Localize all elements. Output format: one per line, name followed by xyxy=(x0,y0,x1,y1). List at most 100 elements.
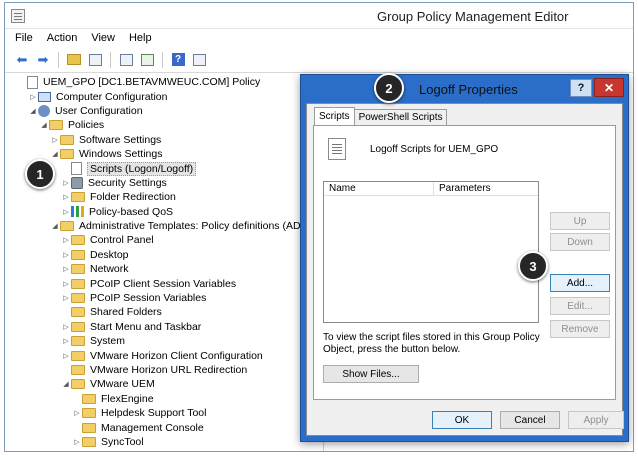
expander-arrow-icon[interactable]: ◢ xyxy=(50,222,60,230)
export-list-icon[interactable] xyxy=(138,51,156,69)
expander-arrow-icon[interactable]: ▷ xyxy=(61,251,71,259)
dialog-close-button[interactable]: ✕ xyxy=(594,78,624,97)
expander-arrow-icon[interactable]: ▷ xyxy=(72,438,82,446)
tree-item[interactable]: ▷ Desktop xyxy=(5,248,323,262)
tree-item[interactable]: ▷ Network xyxy=(5,262,323,276)
scripts-list[interactable]: Name Parameters xyxy=(323,181,539,323)
tree-item[interactable]: ▷ SyncTool xyxy=(5,435,323,449)
expander-arrow-icon[interactable]: ▷ xyxy=(61,193,71,201)
add-button[interactable]: Add... xyxy=(550,274,610,292)
tree-item[interactable]: ◢ VMware UEM xyxy=(5,377,323,391)
menu-file[interactable]: File xyxy=(15,32,33,44)
dialog-title: Logoff Properties xyxy=(419,82,518,97)
tree-item-label: System xyxy=(90,335,126,348)
expander-arrow-icon[interactable]: ▷ xyxy=(61,265,71,273)
show-hide-tree-icon[interactable] xyxy=(86,51,104,69)
tree-item[interactable]: ▷ Folder Redirection xyxy=(5,190,323,204)
tree-item[interactable]: ◢ Policies xyxy=(5,118,323,132)
expander-arrow-icon[interactable]: ◢ xyxy=(28,107,38,115)
menu-help[interactable]: Help xyxy=(129,32,152,44)
expander-arrow-icon[interactable]: ▷ xyxy=(61,280,71,288)
expander-arrow-icon[interactable]: ▷ xyxy=(50,136,60,144)
tree-item[interactable]: ▷ Helpdesk Support Tool xyxy=(5,406,323,420)
tree-item[interactable]: ▷ Software Settings xyxy=(5,133,323,147)
action-pane-icon[interactable] xyxy=(190,51,208,69)
tree-item[interactable]: ▷ VMware Horizon Client Configuration xyxy=(5,348,323,362)
tree-item-label: SyncTool xyxy=(101,435,144,448)
folder-icon xyxy=(82,408,96,419)
folder-icon xyxy=(71,321,85,332)
folder-icon xyxy=(71,192,85,203)
tree-item[interactable]: ▷ Control Panel xyxy=(5,233,323,247)
callout-badge-2: 2 xyxy=(374,73,404,103)
down-button[interactable]: Down xyxy=(550,233,610,251)
forward-arrow-icon[interactable]: ➡ xyxy=(34,51,52,69)
tree-item[interactable]: ◢ Windows Settings xyxy=(5,147,323,161)
tree-item[interactable]: UEM_GPO [DC1.BETAVMWEUC.COM] Policy xyxy=(5,75,323,89)
tree-item[interactable]: Shared Folders xyxy=(5,305,323,319)
security-icon xyxy=(71,176,83,189)
folder-icon xyxy=(82,393,96,404)
tab-scripts[interactable]: Scripts xyxy=(314,107,355,125)
expander-arrow-icon[interactable]: ◢ xyxy=(61,380,71,388)
expander-arrow-icon[interactable]: ▷ xyxy=(61,208,71,216)
tab-powershell-scripts[interactable]: PowerShell Scripts xyxy=(353,109,448,125)
tree-item[interactable]: ▷ PCoIP Client Session Variables xyxy=(5,276,323,290)
tree-item-label: Folder Redirection xyxy=(90,191,176,204)
tree-item[interactable]: Management Console xyxy=(5,420,323,434)
tree-item-label: VMware Horizon Client Configuration xyxy=(90,349,263,362)
edit-button[interactable]: Edit... xyxy=(550,297,610,315)
tree-item[interactable]: ▷ Computer Configuration xyxy=(5,89,323,103)
tree-item[interactable]: ▷ Policy-based QoS xyxy=(5,205,323,219)
tree-item-label: Shared Folders xyxy=(90,306,162,319)
expander-arrow-icon[interactable]: ▷ xyxy=(61,236,71,244)
show-files-button[interactable]: Show Files... xyxy=(323,365,419,383)
folder-icon xyxy=(60,149,74,160)
tree-item-label: Network xyxy=(90,263,129,276)
up-button[interactable]: Up xyxy=(550,212,610,230)
expander-arrow-icon[interactable]: ▷ xyxy=(61,179,71,187)
tree-item-label: Windows Settings xyxy=(79,148,163,161)
ok-button[interactable]: OK xyxy=(432,411,492,429)
tree-item-label: UEM_GPO [DC1.BETAVMWEUC.COM] Policy xyxy=(43,76,261,89)
column-parameters[interactable]: Parameters xyxy=(434,182,491,195)
expander-arrow-icon[interactable]: ◢ xyxy=(39,121,49,129)
tree-item[interactable]: ◢ Administrative Templates: Policy defini… xyxy=(5,219,323,233)
properties-icon[interactable] xyxy=(117,51,135,69)
tree-item[interactable]: ▷ System xyxy=(5,334,323,348)
up-folder-icon[interactable] xyxy=(65,51,83,69)
expander-arrow-icon[interactable]: ▷ xyxy=(61,337,71,345)
expander-arrow-icon[interactable]: ▷ xyxy=(61,323,71,331)
expander-arrow-icon[interactable]: ▷ xyxy=(28,93,38,101)
menu-action[interactable]: Action xyxy=(47,32,78,44)
expander-arrow-icon[interactable]: ▷ xyxy=(61,294,71,302)
tree-item[interactable]: ▷ Start Menu and Taskbar xyxy=(5,320,323,334)
toolbar-separator xyxy=(162,51,163,68)
scripts-heading: Logoff Scripts for UEM_GPO xyxy=(370,144,499,155)
callout-badge-1: 1 xyxy=(25,159,55,189)
tree-item[interactable]: FlexEngine xyxy=(5,392,323,406)
tree-item[interactable]: VMware Horizon URL Redirection xyxy=(5,363,323,377)
cancel-button[interactable]: Cancel xyxy=(500,411,560,429)
tree-item-label: Management Console xyxy=(101,421,204,434)
tree-item-label: Computer Configuration xyxy=(56,90,168,103)
column-name[interactable]: Name xyxy=(324,182,434,195)
folder-icon xyxy=(82,422,96,433)
tree-item[interactable]: ◢ User Configuration xyxy=(5,104,323,118)
back-arrow-icon[interactable]: ⬅ xyxy=(13,51,31,69)
expander-arrow-icon[interactable]: ▷ xyxy=(72,409,82,417)
scripts-tab-panel: Logoff Scripts for UEM_GPO Name Paramete… xyxy=(313,125,616,400)
qos-chart-icon xyxy=(71,206,84,218)
dialog-help-button[interactable]: ? xyxy=(570,79,592,97)
folder-icon xyxy=(71,278,85,289)
menu-view[interactable]: View xyxy=(91,32,115,44)
expander-arrow-icon[interactable]: ▷ xyxy=(61,352,71,360)
expander-arrow-icon[interactable]: ◢ xyxy=(50,150,60,158)
window-title: Group Policy Management Editor xyxy=(377,9,569,24)
tree-item-label: FlexEngine xyxy=(101,392,154,405)
help-icon[interactable]: ? xyxy=(169,51,187,69)
folder-icon xyxy=(60,221,74,232)
tree-item-label: Desktop xyxy=(90,248,129,261)
apply-button[interactable]: Apply xyxy=(568,411,624,429)
tree-item[interactable]: ▷ PCoIP Session Variables xyxy=(5,291,323,305)
